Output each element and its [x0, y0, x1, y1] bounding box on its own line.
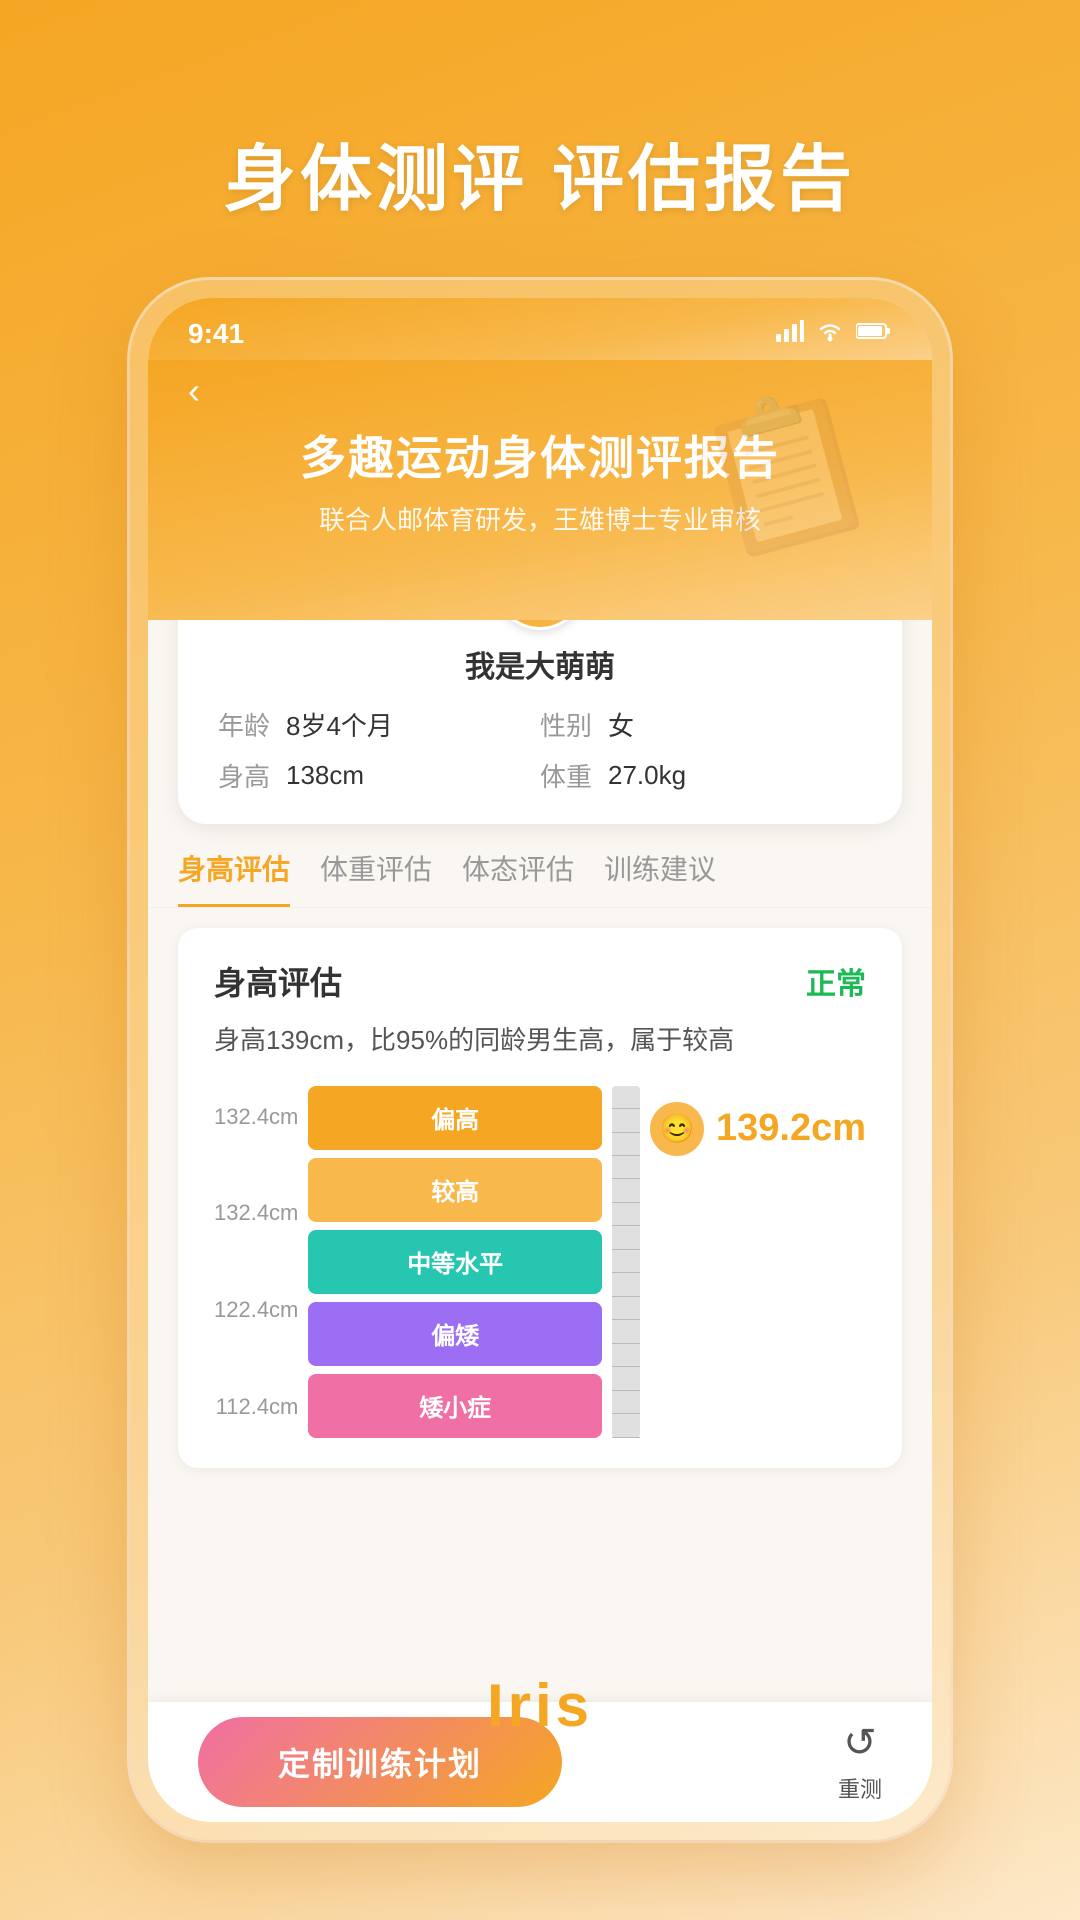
- bar-very-short: 矮小症: [308, 1374, 602, 1438]
- age-value: 8岁4个月: [286, 706, 393, 743]
- page-title: 身体测评 评估报告: [0, 0, 1080, 225]
- tab-height-assessment[interactable]: 身高评估: [178, 848, 290, 907]
- reset-button[interactable]: ↺ 重测: [838, 1720, 882, 1804]
- indicator-col: 😊 139.2cm: [650, 1086, 866, 1438]
- assessment-desc: 身高139cm，比95%的同龄男生高，属于较高: [214, 1020, 866, 1062]
- assessment-status: 正常: [806, 959, 866, 1003]
- battery-icon: [856, 320, 892, 348]
- status-bar: 9:41: [148, 298, 932, 360]
- scale-label-1: 132.4cm: [214, 1106, 298, 1128]
- bar-short: 偏矮: [308, 1302, 602, 1366]
- age-label: 年龄: [218, 706, 270, 743]
- scale-label-3: 122.4cm: [214, 1299, 298, 1321]
- assessment-card: 身高评估 正常 身高139cm，比95%的同龄男生高，属于较高 132.4cm …: [178, 928, 902, 1468]
- tab-posture-assessment[interactable]: 体态评估: [462, 848, 574, 907]
- profile-card: 🐶 我是大萌萌 年龄 8岁4个月 性别 女 身高 138c: [178, 620, 902, 824]
- indicator-face: 😊: [650, 1102, 704, 1156]
- profile-name: 我是大萌萌: [218, 642, 862, 686]
- scale-label-4: 112.4cm: [214, 1396, 298, 1418]
- indicator-value: 139.2cm: [716, 1107, 866, 1150]
- height-label: 身高: [218, 757, 270, 794]
- header-area: ‹ 📋 多趣运动身体测评报告 联合人邮体育研发，王雄博士专业审核: [148, 360, 932, 620]
- gender-label: 性别: [540, 706, 592, 743]
- iris-label: Iris: [487, 1671, 593, 1740]
- phone-mockup: 9:41: [130, 280, 950, 1840]
- bar-tall: 较高: [308, 1158, 602, 1222]
- ruler: [612, 1086, 640, 1438]
- assessment-title: 身高评估: [214, 958, 342, 1004]
- status-time: 9:41: [188, 318, 244, 350]
- tab-training-advice[interactable]: 训练建议: [604, 848, 716, 907]
- weight-label: 体重: [540, 757, 592, 794]
- gender-value: 女: [608, 706, 634, 743]
- height-chart: 132.4cm 132.4cm 122.4cm 112.4cm 偏高 较高 中等…: [214, 1086, 866, 1438]
- reset-label: 重测: [838, 1772, 882, 1804]
- wifi-icon: [816, 320, 844, 349]
- tab-weight-assessment[interactable]: 体重评估: [320, 848, 432, 907]
- scale-label-2: 132.4cm: [214, 1202, 298, 1224]
- tab-nav: 身高评估 体重评估 体态评估 训练建议: [148, 848, 932, 908]
- signal-icon: [776, 320, 804, 349]
- reset-icon: ↺: [843, 1720, 877, 1766]
- weight-value: 27.0kg: [608, 760, 686, 791]
- bar-average: 中等水平: [308, 1230, 602, 1294]
- bar-high: 偏高: [308, 1086, 602, 1150]
- height-value: 138cm: [286, 760, 364, 791]
- avatar: 🐶: [495, 620, 585, 630]
